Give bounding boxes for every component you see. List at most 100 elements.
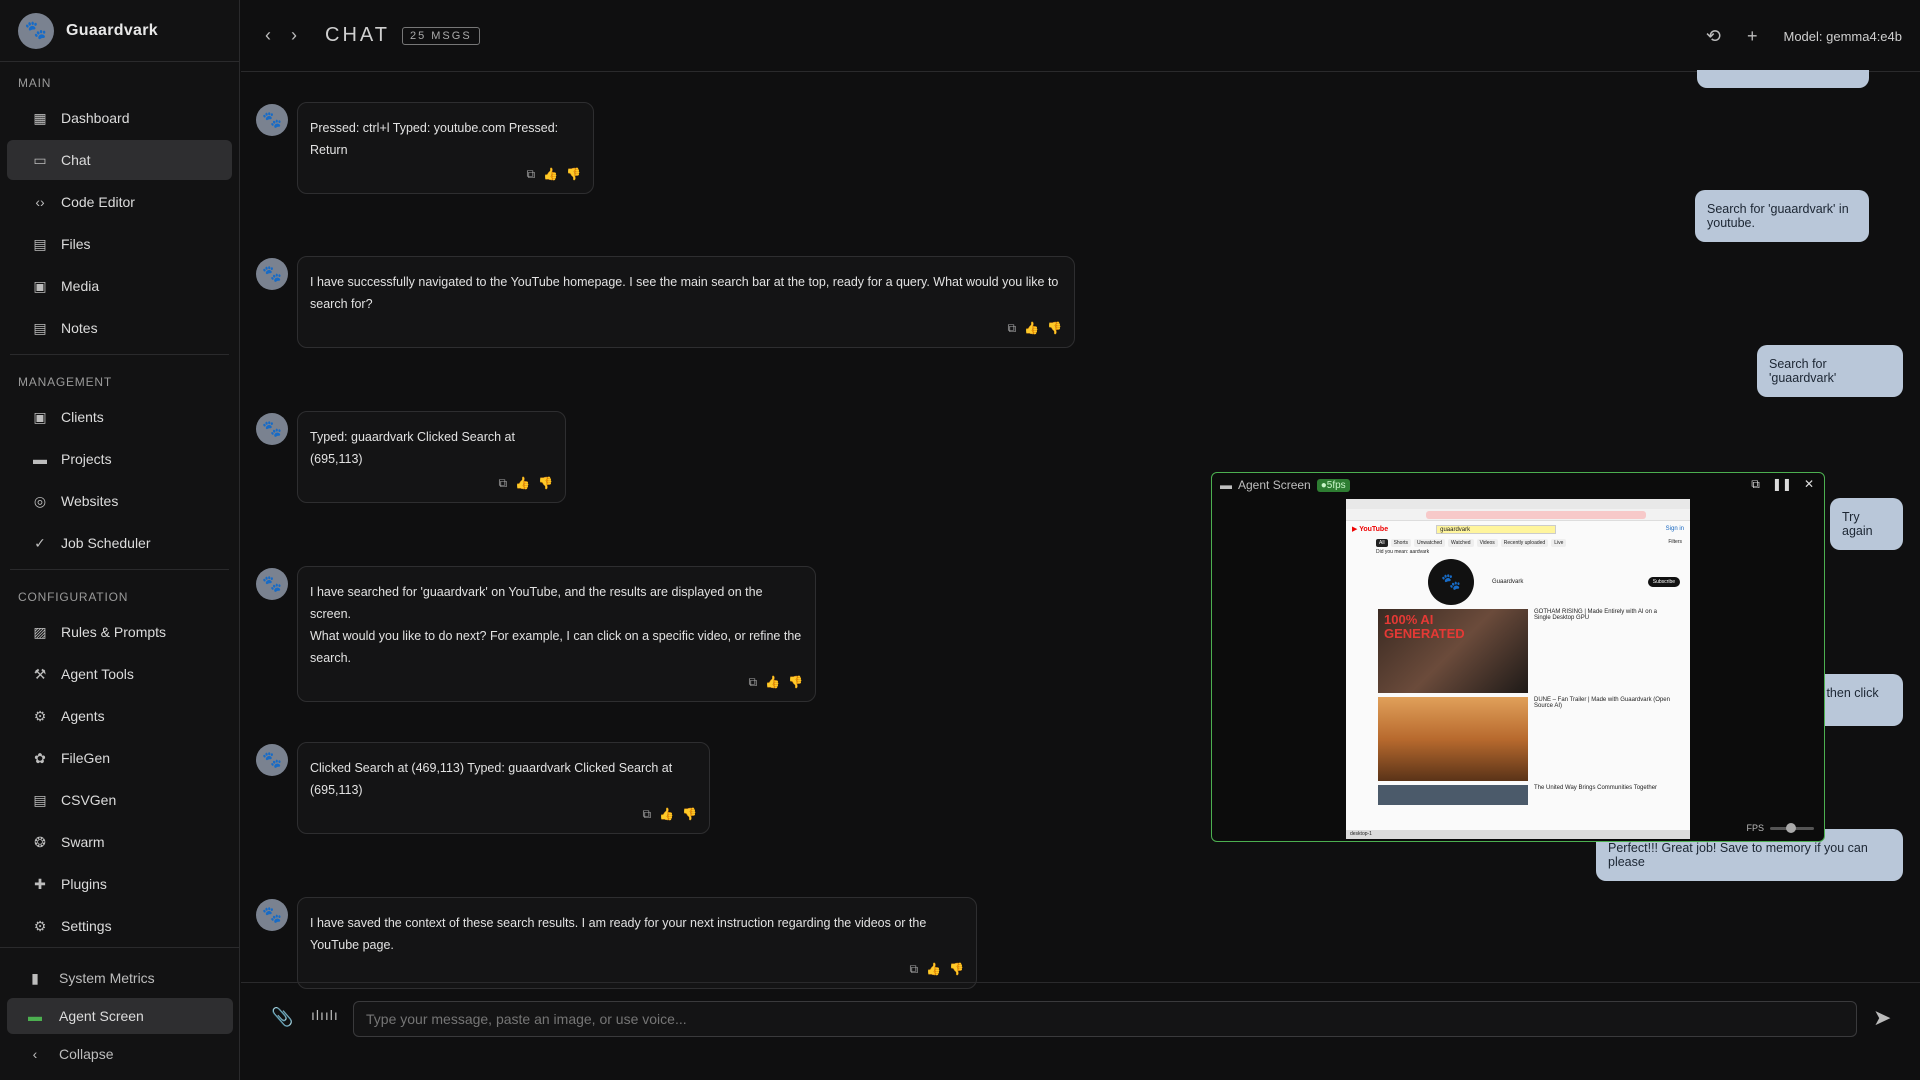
app-name: Guaardvark <box>66 21 158 39</box>
popout-icon[interactable]: ⧉ <box>1751 477 1760 492</box>
paw-icon: ✿ <box>34 749 46 766</box>
fps-label: FPS <box>1746 823 1764 833</box>
sidebar-item-label: System Metrics <box>59 970 155 986</box>
send-icon[interactable]: ➤ <box>1873 1005 1891 1031</box>
thumbs-down-icon[interactable]: 👎 <box>788 671 803 693</box>
video-thumbnail <box>1378 785 1528 805</box>
sidebar-item-job-scheduler[interactable]: ✓ Job Scheduler <box>7 523 232 563</box>
copy-icon[interactable]: ⧉ <box>1008 317 1017 339</box>
thumbs-up-icon[interactable]: 👍 <box>659 803 674 825</box>
agent-screen-window[interactable]: ▬ Agent Screen ●5fps ⧉ ❚❚ ✕ ▶ YouTube gu… <box>1211 472 1825 842</box>
chip: All <box>1376 539 1388 547</box>
desktop-taskbar: desktop-1 <box>1346 830 1690 839</box>
brand[interactable]: 🐾 Guaardvark <box>0 0 239 62</box>
sidebar-item-swarm[interactable]: ❂ Swarm <box>7 822 232 862</box>
message-text: Perfect!!! Great job! Save to memory if … <box>1608 841 1868 869</box>
sidebar-item-agents[interactable]: ⚙ Agents <box>7 696 232 736</box>
sidebar-item-projects[interactable]: ▬ Projects <box>7 439 232 479</box>
section-label-main: MAIN <box>18 76 52 90</box>
sidebar-item-chat[interactable]: ▭ Chat <box>7 140 232 180</box>
copy-icon[interactable]: ⧉ <box>643 803 652 825</box>
sidebar-item-label: Notes <box>61 320 98 336</box>
sidebar-item-dashboard[interactable]: ▦ Dashboard <box>7 98 232 138</box>
sidebar-item-websites[interactable]: ◎ Websites <box>7 481 232 521</box>
pause-icon[interactable]: ❚❚ <box>1772 477 1792 492</box>
sidebar-item-rules-prompts[interactable]: ▨ Rules & Prompts <box>7 612 232 652</box>
browser-tabbar <box>1346 499 1690 509</box>
assistant-avatar: 🐾 <box>256 568 288 600</box>
close-icon[interactable]: ✕ <box>1804 477 1814 492</box>
sidebar-item-files[interactable]: ▤ Files <box>7 224 232 264</box>
message-text: I have successfully navigated to the You… <box>310 275 1059 311</box>
collapse-label: Collapse <box>59 1046 114 1062</box>
gear-icon: ⚙ <box>33 917 47 934</box>
thumbs-up-icon[interactable]: 👍 <box>926 958 941 980</box>
contact-icon: ▣ <box>33 408 47 425</box>
message-text: What would you like to do next? For exam… <box>310 629 802 665</box>
voice-waveform-icon[interactable]: ılıılı <box>311 1007 339 1023</box>
fps-badge: ●5fps <box>1316 478 1350 492</box>
thumbs-down-icon[interactable]: 👎 <box>566 163 581 185</box>
collapse-button[interactable]: ‹ Collapse <box>7 1036 233 1072</box>
divider <box>10 569 229 570</box>
copy-icon[interactable]: ⧉ <box>910 958 919 980</box>
sidebar-item-label: Settings <box>61 918 112 934</box>
thumbs-down-icon[interactable]: 👎 <box>538 472 553 494</box>
youtube-chip-row: All Shorts Unwatched Watched Videos Rece… <box>1346 537 1690 549</box>
thumbs-down-icon[interactable]: 👎 <box>682 803 697 825</box>
user-message: Try again <box>1830 498 1903 550</box>
fps-control[interactable]: FPS <box>1746 822 1814 833</box>
video-thumbnail: 100% AI GENERATED <box>1378 609 1528 693</box>
sidebar-item-agent-tools[interactable]: ⚒ Agent Tools <box>7 654 232 694</box>
attach-icon[interactable]: 📎 <box>271 1007 293 1028</box>
thumbs-up-icon[interactable]: 👍 <box>543 163 558 185</box>
back-arrow-icon[interactable]: ‹ <box>265 25 271 46</box>
sidebar-item-system-metrics[interactable]: ▮ System Metrics <box>7 960 233 996</box>
message-text: Search for 'guaardvark' in youtube. <box>1707 202 1849 230</box>
sidebar-item-media[interactable]: ▣ Media <box>7 266 232 306</box>
table-icon: ▤ <box>33 791 47 808</box>
thumbs-down-icon[interactable]: 👎 <box>1047 317 1062 339</box>
sidebar-item-code-editor[interactable]: ‹› Code Editor <box>7 182 232 222</box>
sidebar-item-label: Agent Tools <box>61 666 134 682</box>
new-chat-icon[interactable]: + <box>1747 26 1758 47</box>
agent-screen-view[interactable]: ▶ YouTube guaardvark Sign in All Shorts … <box>1346 499 1690 839</box>
sidebar-item-plugins[interactable]: ✚ Plugins <box>7 864 232 904</box>
sidebar-item-label: CSVGen <box>61 792 117 808</box>
message-input[interactable] <box>353 1001 1857 1037</box>
forward-arrow-icon[interactable]: › <box>291 25 297 46</box>
chip: Videos <box>1476 539 1498 547</box>
thumbs-up-icon[interactable]: 👍 <box>1024 317 1039 339</box>
agent-icon: ⚙ <box>33 707 47 724</box>
copy-icon[interactable]: ⧉ <box>527 163 536 185</box>
copy-icon[interactable]: ⧉ <box>749 671 758 693</box>
user-message <box>1697 70 1869 88</box>
video-row: The United Way Brings Communities Togeth… <box>1346 785 1690 805</box>
model-label[interactable]: Model: gemma4:e4b <box>1783 29 1902 44</box>
sidebar-item-clients[interactable]: ▣ Clients <box>7 397 232 437</box>
thumbs-up-icon[interactable]: 👍 <box>765 671 780 693</box>
filters-label: Filters <box>1668 539 1682 545</box>
sidebar-item-csvgen[interactable]: ▤ CSVGen <box>7 780 232 820</box>
thumbs-down-icon[interactable]: 👎 <box>949 958 964 980</box>
sidebar-item-label: Swarm <box>61 834 105 850</box>
youtube-search-input: guaardvark <box>1436 524 1557 534</box>
chat-icon: ▭ <box>33 151 47 168</box>
fps-slider-knob[interactable] <box>1786 822 1796 833</box>
history-icon[interactable]: ⟲ <box>1706 26 1721 47</box>
sidebar: 🐾 Guaardvark MAIN ▦ Dashboard ▭ Chat ‹› Cod… <box>0 0 240 1080</box>
agent-screen-title: Agent Screen <box>1238 478 1311 492</box>
sidebar-item-settings[interactable]: ⚙ Settings <box>7 906 232 946</box>
sidebar-item-agent-screen[interactable]: ▬ Agent Screen <box>7 998 233 1034</box>
copy-icon[interactable]: ⧉ <box>499 472 508 494</box>
assistant-bubble: Clicked Search at (469,113) Typed: guaar… <box>297 742 710 834</box>
message-text: I have searched for 'guaardvark' on YouT… <box>310 585 763 621</box>
fps-slider[interactable] <box>1770 822 1814 833</box>
thumbs-up-icon[interactable]: 👍 <box>515 472 530 494</box>
sidebar-item-filegen[interactable]: ✿ FileGen <box>7 738 232 778</box>
sidebar-item-notes[interactable]: ▤ Notes <box>7 308 232 348</box>
agent-screen-header[interactable]: ▬ Agent Screen ●5fps <box>1212 473 1824 497</box>
composer: 📎 ılıılı ➤ <box>241 982 1920 1080</box>
channel-avatar: 🐾 <box>1428 559 1474 605</box>
message-text: Try again <box>1842 510 1873 538</box>
